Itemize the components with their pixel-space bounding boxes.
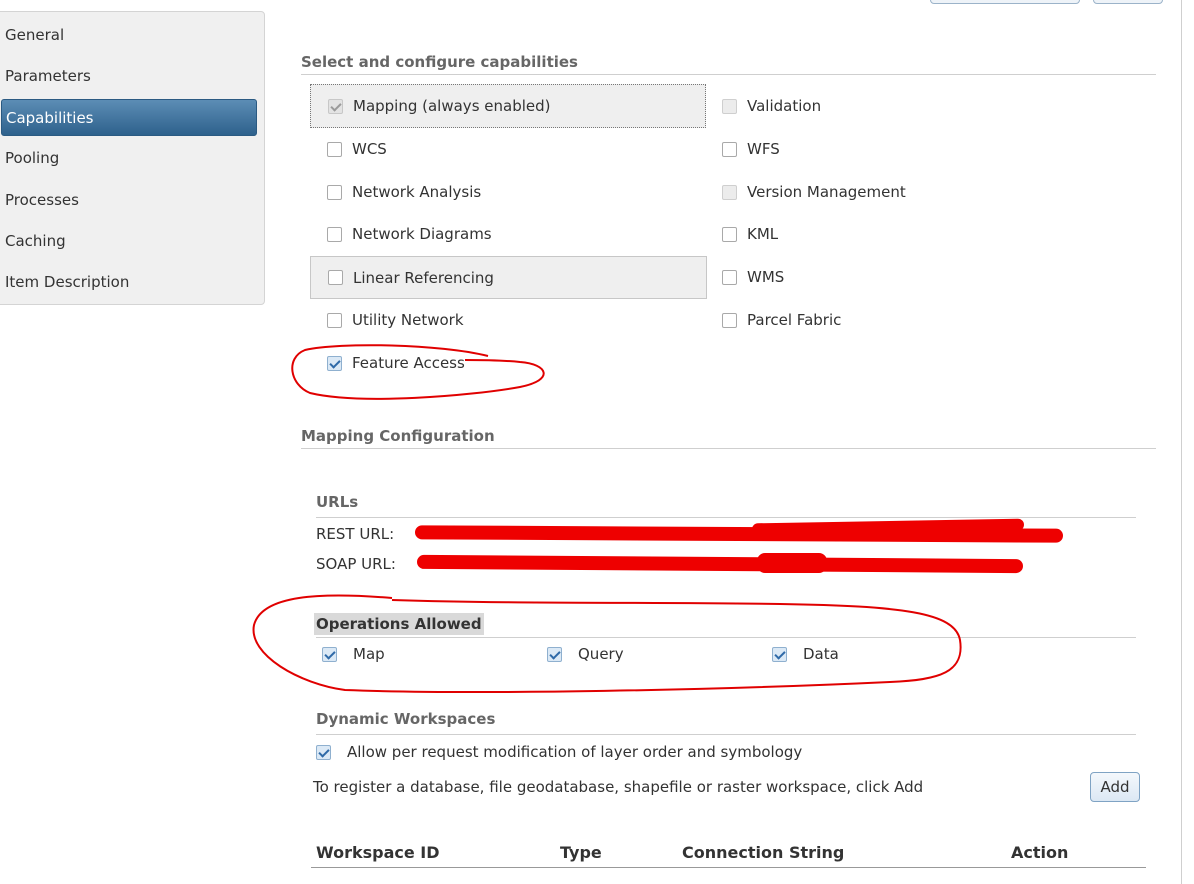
- capability-utility-network[interactable]: Utility Network: [327, 302, 464, 338]
- redacted-soap-url-overlay: [757, 553, 827, 573]
- capability-wfs[interactable]: WFS: [722, 131, 780, 167]
- capability-version-management: Version Management: [722, 174, 906, 210]
- capabilities-title: Select and configure capabilities: [301, 53, 578, 71]
- capability-network-analysis[interactable]: Network Analysis: [327, 174, 481, 210]
- checkbox-icon[interactable]: [722, 269, 737, 285]
- capability-label: Mapping (always enabled): [353, 97, 551, 115]
- capability-feature-access[interactable]: Feature Access: [327, 345, 465, 381]
- capability-kml[interactable]: KML: [722, 216, 778, 252]
- capability-label: WFS: [747, 140, 780, 158]
- checkbox-checked-icon[interactable]: [327, 355, 342, 371]
- divider: [301, 448, 1156, 449]
- checkbox-checked-icon[interactable]: [772, 646, 787, 662]
- capability-label: WCS: [352, 140, 387, 158]
- table-header-connection-string: Connection String: [682, 843, 845, 862]
- page-border: [1181, 0, 1182, 884]
- sidebar-item-general[interactable]: General: [1, 17, 257, 54]
- capability-label: WMS: [747, 268, 785, 286]
- checkbox-icon: [722, 98, 737, 114]
- capability-label: Network Diagrams: [352, 225, 492, 243]
- capability-label: Linear Referencing: [353, 268, 494, 287]
- operation-data[interactable]: Data: [772, 645, 839, 663]
- table-header-workspace-id: Workspace ID: [316, 843, 440, 862]
- checkbox-icon[interactable]: [328, 270, 343, 285]
- operation-query[interactable]: Query: [547, 645, 624, 663]
- top-button-2[interactable]: [1093, 0, 1163, 4]
- operation-label: Query: [578, 645, 624, 663]
- capability-network-diagrams[interactable]: Network Diagrams: [327, 216, 492, 252]
- capability-label: Feature Access: [352, 354, 465, 372]
- table-header-type: Type: [560, 843, 602, 862]
- checkbox-checked-icon[interactable]: [547, 646, 562, 662]
- mapping-config-title: Mapping Configuration: [301, 427, 495, 445]
- table-header-action: Action: [1011, 843, 1069, 862]
- capability-label: Parcel Fabric: [747, 311, 842, 329]
- rest-url-label: REST URL:: [316, 525, 395, 543]
- dynamic-workspaces-title: Dynamic Workspaces: [316, 710, 496, 728]
- add-button[interactable]: Add: [1090, 772, 1140, 802]
- capability-label: Utility Network: [352, 311, 464, 329]
- capability-label: Validation: [747, 97, 822, 115]
- table-header-divider: [311, 867, 1146, 868]
- capability-linear-referencing[interactable]: Linear Referencing: [310, 256, 707, 299]
- redacted-soap-url: [416, 554, 1024, 574]
- soap-url-label: SOAP URL:: [316, 555, 396, 573]
- register-workspace-text: To register a database, file geodatabase…: [313, 778, 924, 796]
- checkbox-icon[interactable]: [327, 312, 342, 328]
- sidebar-item-processes[interactable]: Processes: [1, 182, 257, 219]
- capability-validation: Validation: [722, 88, 821, 124]
- capability-parcel-fabric[interactable]: Parcel Fabric: [722, 302, 841, 338]
- checkbox-icon[interactable]: [722, 226, 737, 242]
- dynamic-workspaces-label: Allow per request modification of layer …: [347, 743, 803, 761]
- dynamic-workspaces-checkbox[interactable]: Allow per request modification of layer …: [316, 743, 802, 761]
- urls-title: URLs: [316, 493, 359, 511]
- annotation-operations-loop: [252, 594, 962, 693]
- operation-map[interactable]: Map: [322, 645, 385, 663]
- checkbox-icon: [722, 184, 737, 200]
- checkbox-icon: [328, 98, 343, 114]
- checkbox-icon[interactable]: [327, 226, 342, 242]
- sidebar-item-caching[interactable]: Caching: [1, 223, 257, 260]
- sidebar-item-item-description[interactable]: Item Description: [1, 264, 257, 301]
- sidebar-item-pooling[interactable]: Pooling: [1, 140, 257, 177]
- checkbox-icon[interactable]: [722, 312, 737, 328]
- checkbox-icon[interactable]: [722, 141, 737, 157]
- divider: [316, 637, 1136, 638]
- sidebar: General Parameters Capabilities Pooling …: [0, 11, 265, 305]
- capability-wcs[interactable]: WCS: [327, 131, 387, 167]
- checkbox-icon[interactable]: [327, 141, 342, 157]
- capability-wms[interactable]: WMS: [722, 259, 784, 295]
- top-button-1[interactable]: [930, 0, 1080, 4]
- operations-allowed-title: Operations Allowed: [314, 613, 484, 635]
- capability-label: Network Analysis: [352, 183, 482, 201]
- checkbox-checked-icon[interactable]: [316, 744, 331, 760]
- capability-mapping[interactable]: Mapping (always enabled): [310, 84, 706, 128]
- capability-label: Version Management: [747, 183, 906, 201]
- sidebar-item-parameters[interactable]: Parameters: [1, 58, 257, 95]
- operation-label: Map: [353, 645, 385, 663]
- divider: [301, 74, 1156, 75]
- capability-label: KML: [747, 225, 779, 243]
- operation-label: Data: [803, 645, 839, 663]
- sidebar-item-capabilities[interactable]: Capabilities: [1, 99, 257, 136]
- checkbox-checked-icon[interactable]: [322, 646, 337, 662]
- checkbox-icon[interactable]: [327, 184, 342, 200]
- divider: [316, 734, 1136, 735]
